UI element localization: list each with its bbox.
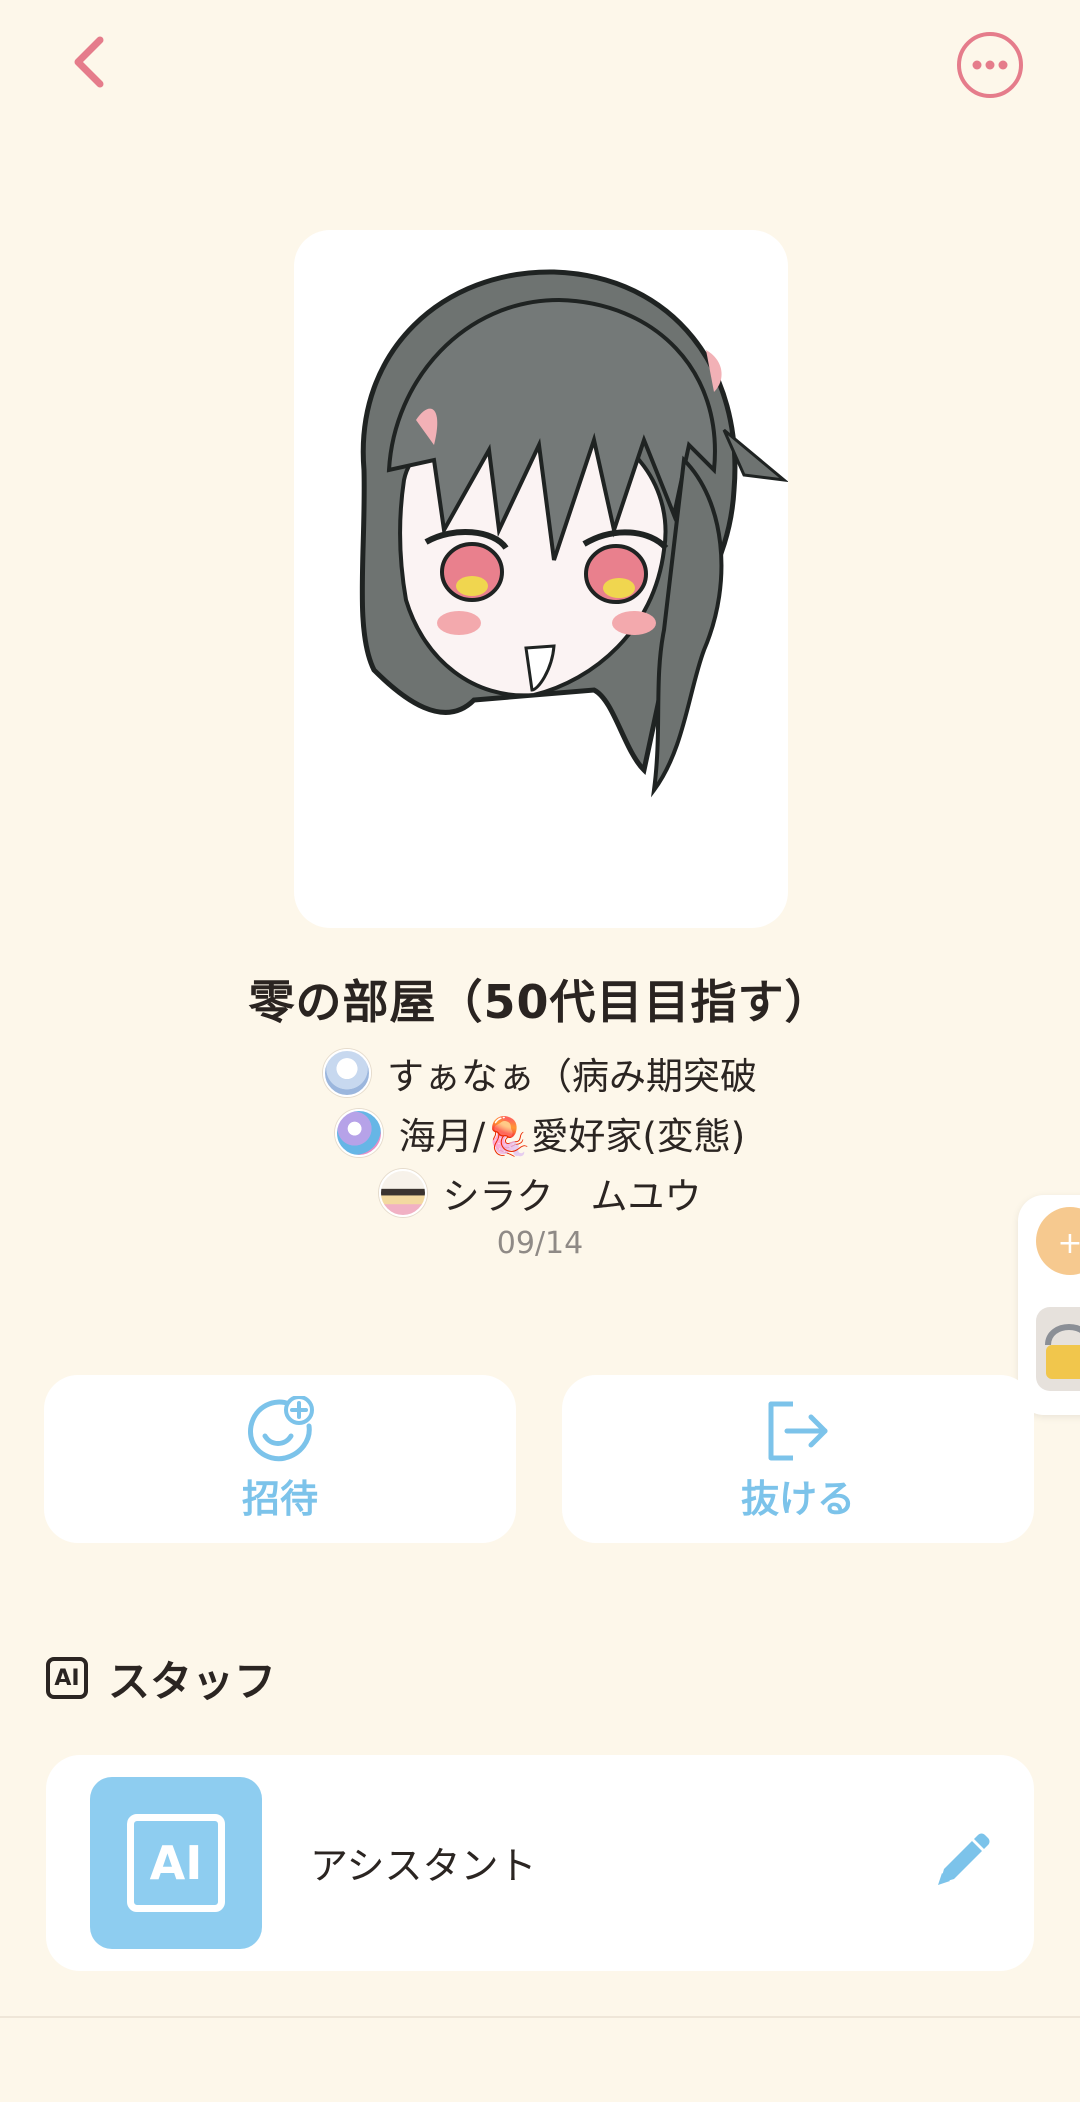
avatar <box>378 1169 427 1217</box>
member-row[interactable]: シラク ムユウ <box>0 1166 1080 1220</box>
side-floating-tab[interactable]: + <box>1018 1195 1080 1415</box>
staff-section-header: AI スタッフ <box>46 1650 276 1706</box>
divider <box>0 2016 1080 2018</box>
room-image[interactable] <box>294 230 788 928</box>
room-date: 09/14 <box>496 1226 584 1261</box>
back-button[interactable] <box>56 30 120 94</box>
member-row[interactable]: すぁなぁ（病み期突破 <box>0 1046 1080 1100</box>
invite-button[interactable]: 招待 <box>44 1375 516 1543</box>
member-name: 海月/🪼愛好家(変態) <box>398 1115 746 1158</box>
chevron-left-icon <box>74 36 104 88</box>
room-title: 零の部屋（50代目目指す） <box>248 975 832 1029</box>
side-tab-icons: + <box>1036 1207 1080 1391</box>
edit-staff-button[interactable] <box>930 1831 992 1893</box>
member-name: シラク ムユウ <box>442 1175 702 1218</box>
svg-text:+: + <box>1057 1226 1080 1261</box>
avatar <box>334 1109 383 1157</box>
pencil-icon <box>938 1833 990 1885</box>
member-row[interactable]: 海月/🪼愛好家(変態) <box>0 1106 1080 1160</box>
staff-item[interactable]: AI アシスタント <box>46 1755 1034 1971</box>
ai-badge-icon: AI <box>46 1657 88 1699</box>
staff-avatar: AI <box>90 1777 262 1949</box>
ai-avatar-icon: AI <box>127 1814 225 1912</box>
exit-icon <box>768 1401 828 1460</box>
leave-label: 抜ける <box>740 1476 855 1521</box>
leave-button[interactable]: 抜ける <box>562 1375 1034 1543</box>
staff-name: アシスタント <box>310 1844 537 1888</box>
room-character-illustration <box>359 269 788 798</box>
smile-plus-icon <box>248 1395 314 1461</box>
avatar <box>323 1049 371 1097</box>
more-horizontal-icon <box>957 32 1023 98</box>
section-title: スタッフ <box>108 1656 277 1706</box>
member-name: すぁなぁ（病み期突破 <box>387 1055 757 1098</box>
more-options-button[interactable] <box>955 30 1025 100</box>
invite-label: 招待 <box>241 1476 318 1521</box>
